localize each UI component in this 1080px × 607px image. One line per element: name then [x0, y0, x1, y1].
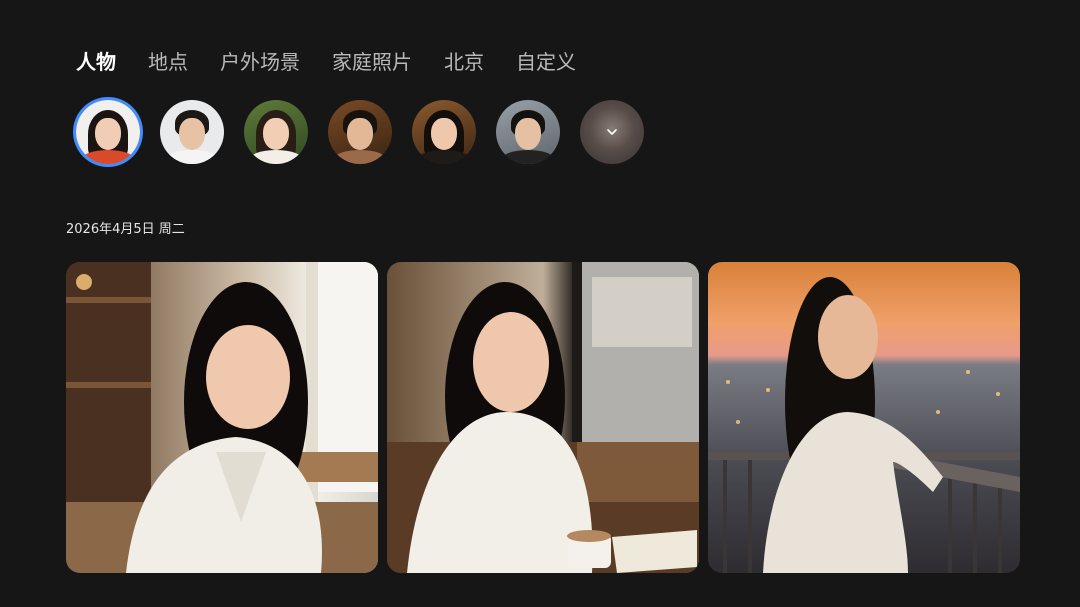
photo-thumbnail[interactable] [66, 262, 378, 573]
photo-thumbnail[interactable] [708, 262, 1020, 573]
avatar-person-5[interactable] [412, 100, 476, 164]
photo-grid [66, 262, 1020, 573]
tab-places[interactable]: 地点 [148, 46, 188, 78]
tab-custom[interactable]: 自定义 [516, 46, 576, 78]
avatar-person-4[interactable] [328, 100, 392, 164]
category-tabs: 人物 地点 户外场景 家庭照片 北京 自定义 [76, 46, 576, 78]
more-people-button[interactable] [580, 100, 644, 164]
date-header: 2026年4月5日 周二 [66, 222, 185, 237]
tab-family-photos[interactable]: 家庭照片 [332, 46, 412, 78]
people-row [76, 100, 644, 164]
avatar-person-1[interactable] [76, 100, 140, 164]
chevron-down-icon [607, 129, 617, 135]
photo-thumbnail[interactable] [387, 262, 699, 573]
avatar-person-6[interactable] [496, 100, 560, 164]
avatar-person-3[interactable] [244, 100, 308, 164]
tab-people[interactable]: 人物 [76, 46, 116, 78]
avatar-person-2[interactable] [160, 100, 224, 164]
tab-outdoor-scenes[interactable]: 户外场景 [220, 46, 300, 78]
tab-beijing[interactable]: 北京 [444, 46, 484, 78]
